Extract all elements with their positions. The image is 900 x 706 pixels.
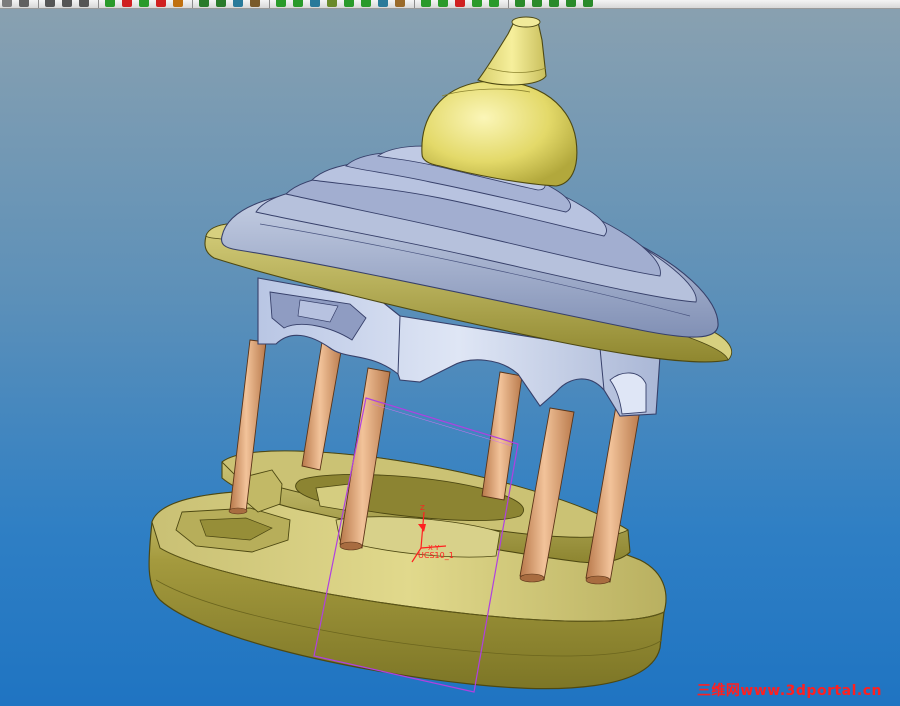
shell-icon [361,0,371,7]
draft-button[interactable] [393,0,407,8]
merge-button[interactable] [487,0,501,8]
hole-icon [344,0,354,7]
pointer-icon [19,0,29,7]
rib-icon [378,0,388,7]
zoom-icon [566,0,576,7]
view-icon [532,0,542,7]
toolbar-separator [38,0,39,8]
rib-button[interactable] [376,0,390,8]
mirror-button[interactable] [470,0,484,8]
layer-button[interactable] [513,0,527,8]
coordsys-button[interactable] [248,0,262,8]
spline-button[interactable] [171,0,185,8]
sweep-icon [310,0,320,7]
blend-button[interactable] [325,0,339,8]
point-icon [199,0,209,7]
arc-button[interactable] [137,0,151,8]
refresh-icon [79,0,89,7]
column[interactable] [301,341,343,471]
plane-icon [233,0,243,7]
sketch-icon [105,0,115,7]
column[interactable] [481,371,523,501]
line-button[interactable] [120,0,134,8]
spin-button[interactable] [581,0,595,8]
spin-icon [583,0,593,7]
extrude-icon [276,0,286,7]
pointer-button[interactable] [17,0,31,8]
arc-icon [139,0,149,7]
redo-button[interactable] [60,0,74,8]
sketch-button[interactable] [103,0,117,8]
round-icon [421,0,431,7]
mirror-icon [472,0,482,7]
select-button[interactable] [0,0,14,8]
blend-icon [327,0,337,7]
watermark: 三维网www.3dportal.cn [696,683,882,699]
undo-icon [45,0,55,7]
toolbar-separator [98,0,99,8]
coordsys-icon [250,0,260,7]
refresh-button[interactable] [77,0,91,8]
shell-button[interactable] [359,0,373,8]
revolve-button[interactable] [291,0,305,8]
merge-icon [489,0,499,7]
pattern-button[interactable] [453,0,467,8]
toolbar [0,0,900,9]
graphics-viewport[interactable]: Z X Y UCS10_1 [0,9,900,706]
toolbar-separator [269,0,270,8]
pattern-icon [455,0,465,7]
draft-icon [395,0,405,7]
chamfer-button[interactable] [436,0,450,8]
point-button[interactable] [197,0,211,8]
revolve-icon [293,0,303,7]
view-button[interactable] [530,0,544,8]
undo-button[interactable] [43,0,57,8]
hole-button[interactable] [342,0,356,8]
toolbar-separator [508,0,509,8]
circle-icon [156,0,166,7]
axis-icon [216,0,226,7]
orient-icon [549,0,559,7]
line-icon [122,0,132,7]
spire[interactable] [477,16,547,86]
zoom-button[interactable] [564,0,578,8]
plane-button[interactable] [231,0,245,8]
cad-window: Z X Y UCS10_1 三维网www.3dportal.cn [0,0,900,706]
toolbar-separator [192,0,193,8]
select-icon [2,0,12,7]
extrude-button[interactable] [274,0,288,8]
sweep-button[interactable] [308,0,322,8]
orient-button[interactable] [547,0,561,8]
toolbar-separator [414,0,415,8]
axis-button[interactable] [214,0,228,8]
layer-icon [515,0,525,7]
round-button[interactable] [419,0,433,8]
csys-axis-label: Z [420,504,425,512]
csys-label: UCS10_1 [418,551,454,560]
circle-button[interactable] [154,0,168,8]
chamfer-icon [438,0,448,7]
model-canvas[interactable]: Z X Y UCS10_1 [0,9,900,706]
redo-icon [62,0,72,7]
spline-icon [173,0,183,7]
